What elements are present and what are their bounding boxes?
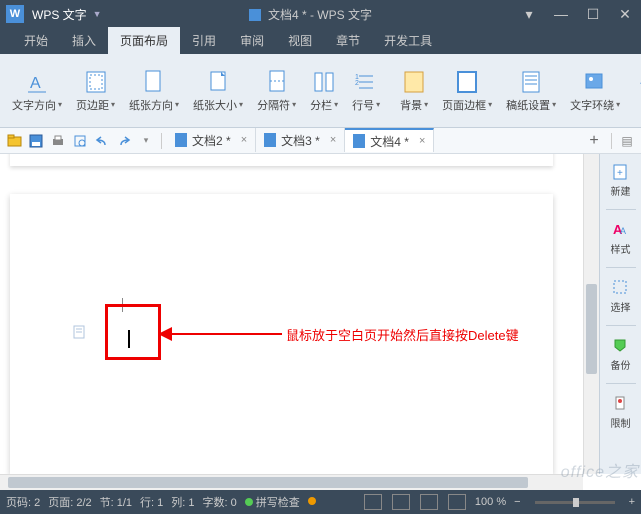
menubar: 开始插入页面布局引用审阅视图章节开发工具 [0, 28, 641, 54]
ribbon-分隔符[interactable]: 分隔符▾ [251, 67, 302, 115]
redo-icon[interactable] [114, 131, 134, 151]
panel-新建[interactable]: +新建 [611, 160, 631, 201]
status-page-num[interactable]: 页码: 2 [6, 494, 40, 510]
prev-page-edge [10, 154, 553, 166]
view-outline[interactable] [392, 494, 410, 510]
menu-审阅[interactable]: 审阅 [228, 27, 276, 54]
svg-text:A: A [30, 75, 41, 92]
doc-icon [249, 9, 261, 21]
ribbon-页面边框[interactable]: 页面边框▾ [436, 67, 498, 115]
ribbon-背景[interactable]: 背景▾ [394, 67, 434, 115]
qat-more-icon[interactable]: ▾ [136, 131, 156, 151]
ribbon-纸张方向[interactable]: 纸张方向▾ [123, 67, 185, 115]
svg-text:A: A [620, 226, 626, 236]
panel-样式[interactable]: AA样式 [611, 218, 631, 259]
document-canvas[interactable]: 鼠标放于空白页开始然后直接按Delete键 [0, 154, 583, 474]
quick-access-toolbar: ▾ 文档2 *×文档3 *×文档4 *× + ▤ [0, 128, 641, 154]
titlebar: W WPS 文字 ▼ 文档4 * - WPS 文字 ▾ — ☐ ✕ [0, 0, 641, 28]
horizontal-scrollbar[interactable] [0, 474, 583, 490]
status-col: 列: 1 [171, 494, 194, 510]
ribbon-文字方向[interactable]: A文字方向▾ [6, 67, 68, 115]
panel-选择[interactable]: 选择 [611, 276, 631, 317]
ribbon: A文字方向▾页边距▾纸张方向▾纸张大小▾分隔符▾分栏▾12行号▾背景▾页面边框▾… [0, 54, 641, 128]
status-page-total[interactable]: 页面: 2/2 [48, 494, 91, 510]
ribbon-纸张大小[interactable]: 纸张大小▾ [187, 67, 249, 115]
close-button[interactable]: ✕ [609, 0, 641, 28]
zoom-level[interactable]: 100 % [475, 496, 506, 508]
document-page[interactable]: 鼠标放于空白页开始然后直接按Delete键 [10, 194, 553, 474]
app-name: WPS 文字 [28, 6, 91, 23]
vertical-scrollbar[interactable] [583, 154, 599, 474]
doc-tab-1[interactable]: 文档3 *× [256, 128, 345, 152]
status-section[interactable]: 节: 1/1 [100, 494, 132, 510]
zoom-slider[interactable] [535, 501, 615, 504]
menu-开始[interactable]: 开始 [12, 27, 60, 54]
menu-插入[interactable]: 插入 [60, 27, 108, 54]
panel-限制[interactable]: 限制 [611, 392, 631, 433]
app-logo-icon: W [6, 5, 24, 23]
view-web[interactable] [420, 494, 438, 510]
status-doc-check[interactable] [308, 496, 319, 508]
doc-tab-2[interactable]: 文档4 *× [345, 128, 434, 152]
menu-引用[interactable]: 引用 [180, 27, 228, 54]
annotation-text: 鼠标放于空白页开始然后直接按Delete键 [286, 325, 519, 344]
workspace: 鼠标放于空白页开始然后直接按Delete键 +新建 AA样式选择备份限制 [0, 154, 641, 474]
doc-tab-0[interactable]: 文档2 *× [167, 128, 256, 152]
ribbon-上[interactable]: 上 [628, 67, 641, 115]
paragraph-mark-icon [72, 324, 86, 340]
title-text: 文档4 * - WPS 文字 [268, 8, 372, 22]
ribbon-分栏[interactable]: 分栏▾ [304, 67, 344, 115]
view-reading[interactable] [448, 494, 466, 510]
view-print-layout[interactable] [364, 494, 382, 510]
ribbon-collapse-icon[interactable]: ▾ [513, 0, 545, 28]
menu-页面布局[interactable]: 页面布局 [108, 27, 180, 54]
vscroll-thumb[interactable] [586, 284, 597, 374]
maximize-button[interactable]: ☐ [577, 0, 609, 28]
status-spell[interactable]: 拼写检查 [245, 494, 300, 510]
highlight-box [105, 304, 161, 360]
print-preview-icon[interactable] [70, 131, 90, 151]
panel-备份[interactable]: 备份 [611, 334, 631, 375]
menu-章节[interactable]: 章节 [324, 27, 372, 54]
ribbon-文字环绕[interactable]: 文字环绕▾ [564, 67, 626, 115]
save-icon[interactable] [26, 131, 46, 151]
statusbar: 页码: 2 页面: 2/2 节: 1/1 行: 1 列: 1 字数: 0 拼写检… [0, 490, 641, 514]
hscroll-thumb[interactable] [8, 477, 528, 488]
annotation-arrow-line [162, 333, 282, 335]
minimize-button[interactable]: — [545, 0, 577, 28]
tab-close-icon[interactable]: × [419, 135, 425, 147]
tab-close-icon[interactable]: × [330, 134, 336, 146]
zoom-in-button[interactable]: + [629, 496, 635, 508]
menu-视图[interactable]: 视图 [276, 27, 324, 54]
document-title: 文档4 * - WPS 文字 [108, 6, 513, 23]
new-tab-button[interactable]: + [582, 132, 606, 150]
app-dropdown-icon[interactable]: ▼ [91, 9, 108, 19]
ribbon-页边距[interactable]: 页边距▾ [70, 67, 121, 115]
tab-list-icon[interactable]: ▤ [617, 131, 637, 151]
svg-text:+: + [617, 168, 623, 179]
undo-icon[interactable] [92, 131, 112, 151]
ribbon-稿纸设置[interactable]: 稿纸设置▾ [500, 67, 562, 115]
status-line: 行: 1 [140, 494, 163, 510]
svg-text:2: 2 [355, 80, 359, 87]
zoom-out-button[interactable]: − [514, 496, 520, 508]
open-icon[interactable] [4, 131, 24, 151]
tab-close-icon[interactable]: × [241, 134, 247, 146]
menu-开发工具[interactable]: 开发工具 [372, 27, 444, 54]
text-cursor [128, 330, 130, 348]
status-chars[interactable]: 字数: 0 [203, 494, 237, 510]
ribbon-行号[interactable]: 12行号▾ [346, 67, 386, 115]
print-icon[interactable] [48, 131, 68, 151]
right-panel: +新建 AA样式选择备份限制 [599, 154, 641, 474]
